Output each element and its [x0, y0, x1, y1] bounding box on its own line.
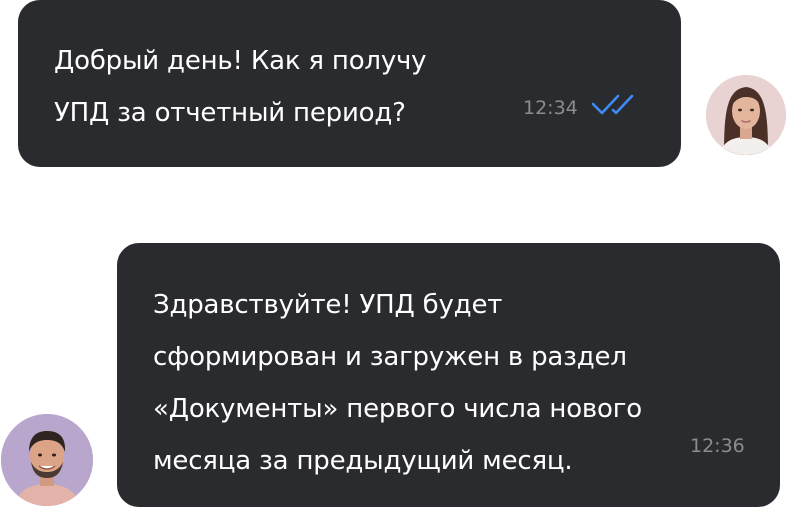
message-line: Добрый день! Как я получу	[54, 46, 427, 76]
double-check-icon	[591, 94, 634, 115]
message-text: Здравствуйте! УПД будет сформирован и за…	[153, 279, 713, 487]
message-line: месяца за предыдущий месяц.	[153, 446, 573, 476]
message-bubble-user[interactable]: Добрый день! Как я получу УПД за отчетны…	[18, 0, 681, 167]
message-line: Здравствуйте! УПД будет	[153, 290, 503, 320]
avatar-support	[1, 414, 93, 506]
message-time: 12:34	[523, 97, 578, 119]
avatar-woman-icon	[706, 75, 786, 155]
message-line: «Документы» первого числа нового	[153, 394, 642, 424]
message-line: УПД за отчетный период?	[54, 98, 406, 128]
avatar-man-icon	[1, 414, 93, 506]
message-time: 12:36	[690, 435, 745, 457]
message-line: сформирован и загружен в раздел	[153, 342, 627, 372]
message-bubble-support[interactable]: Здравствуйте! УПД будет сформирован и за…	[117, 243, 780, 507]
avatar-user	[706, 75, 786, 155]
message-text: Добрый день! Как я получу УПД за отчетны…	[54, 35, 524, 139]
